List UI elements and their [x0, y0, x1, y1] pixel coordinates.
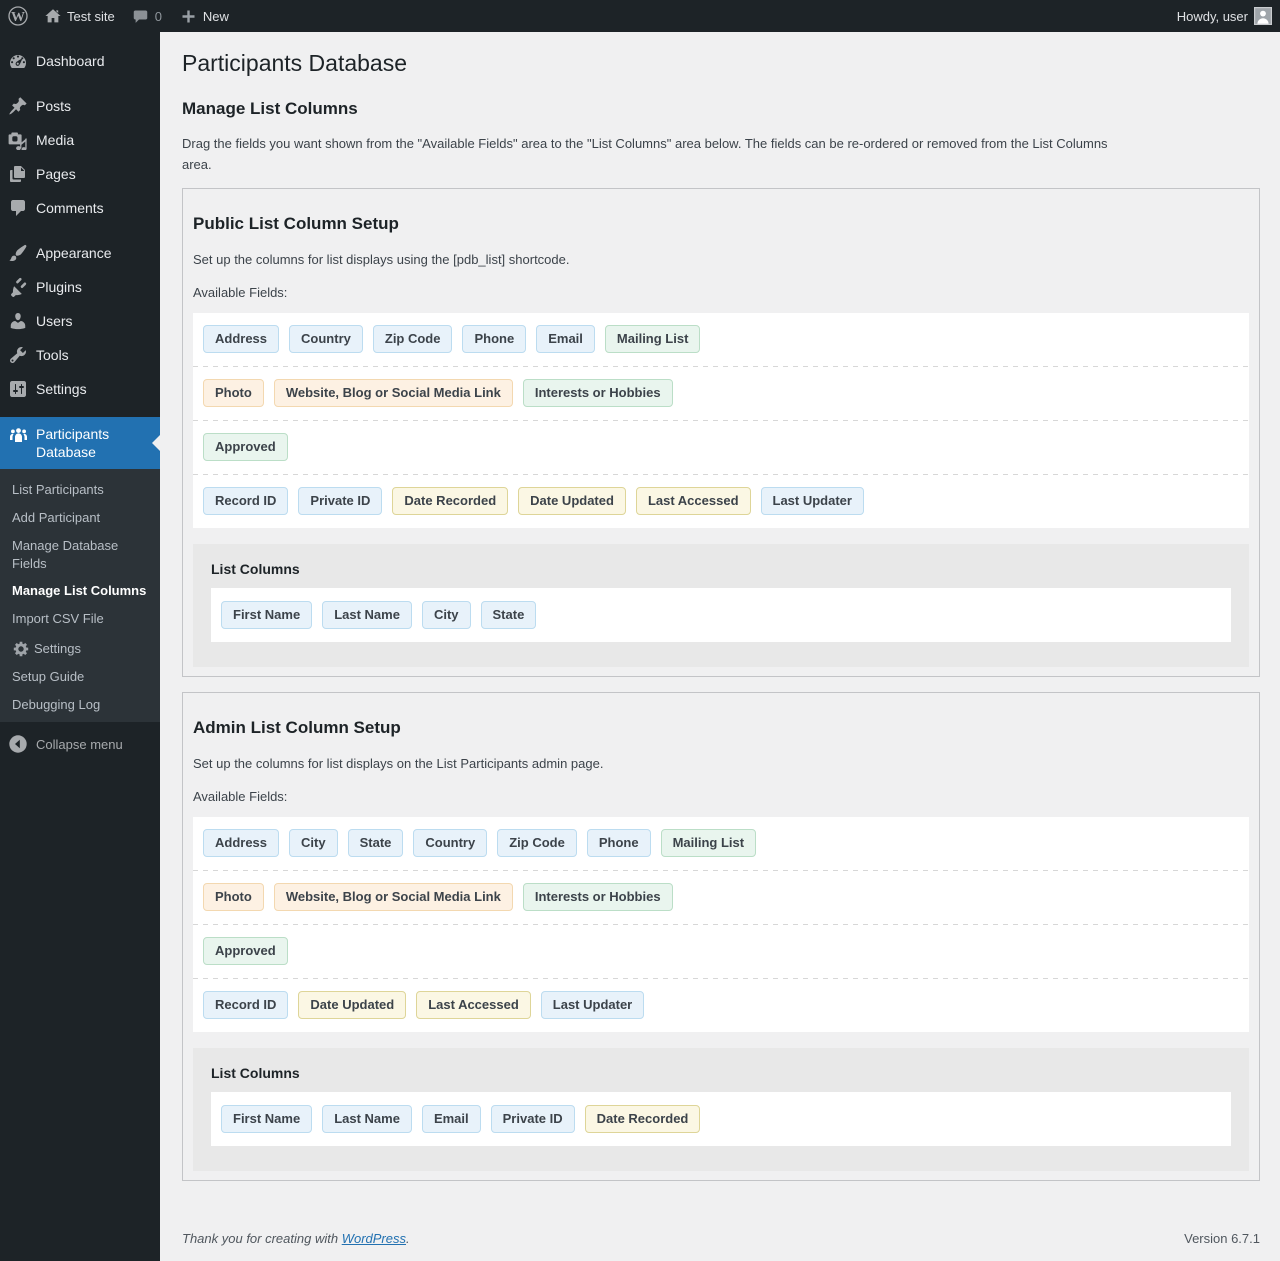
svg-text:W: W [11, 10, 25, 25]
